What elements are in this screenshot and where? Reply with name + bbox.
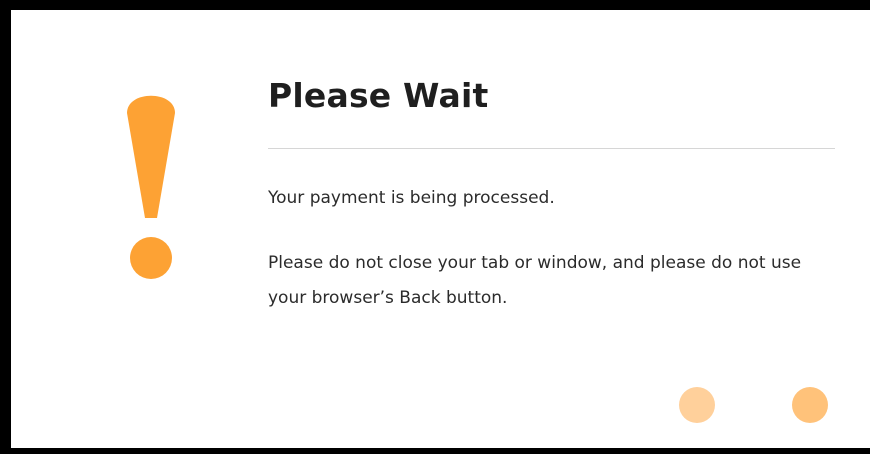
exclamation-icon <box>127 95 175 279</box>
loading-dot <box>679 387 715 423</box>
loading-dot <box>792 387 828 423</box>
exclamation-dot <box>130 237 172 279</box>
processing-message: Your payment is being processed. <box>268 188 555 208</box>
dialog-title: Please Wait <box>268 76 489 115</box>
title-divider <box>268 148 835 149</box>
exclamation-stroke <box>127 95 175 218</box>
warning-message: Please do not close your tab or window, … <box>268 253 802 308</box>
payment-processing-dialog: Please Wait Your payment is being proces… <box>0 0 870 454</box>
